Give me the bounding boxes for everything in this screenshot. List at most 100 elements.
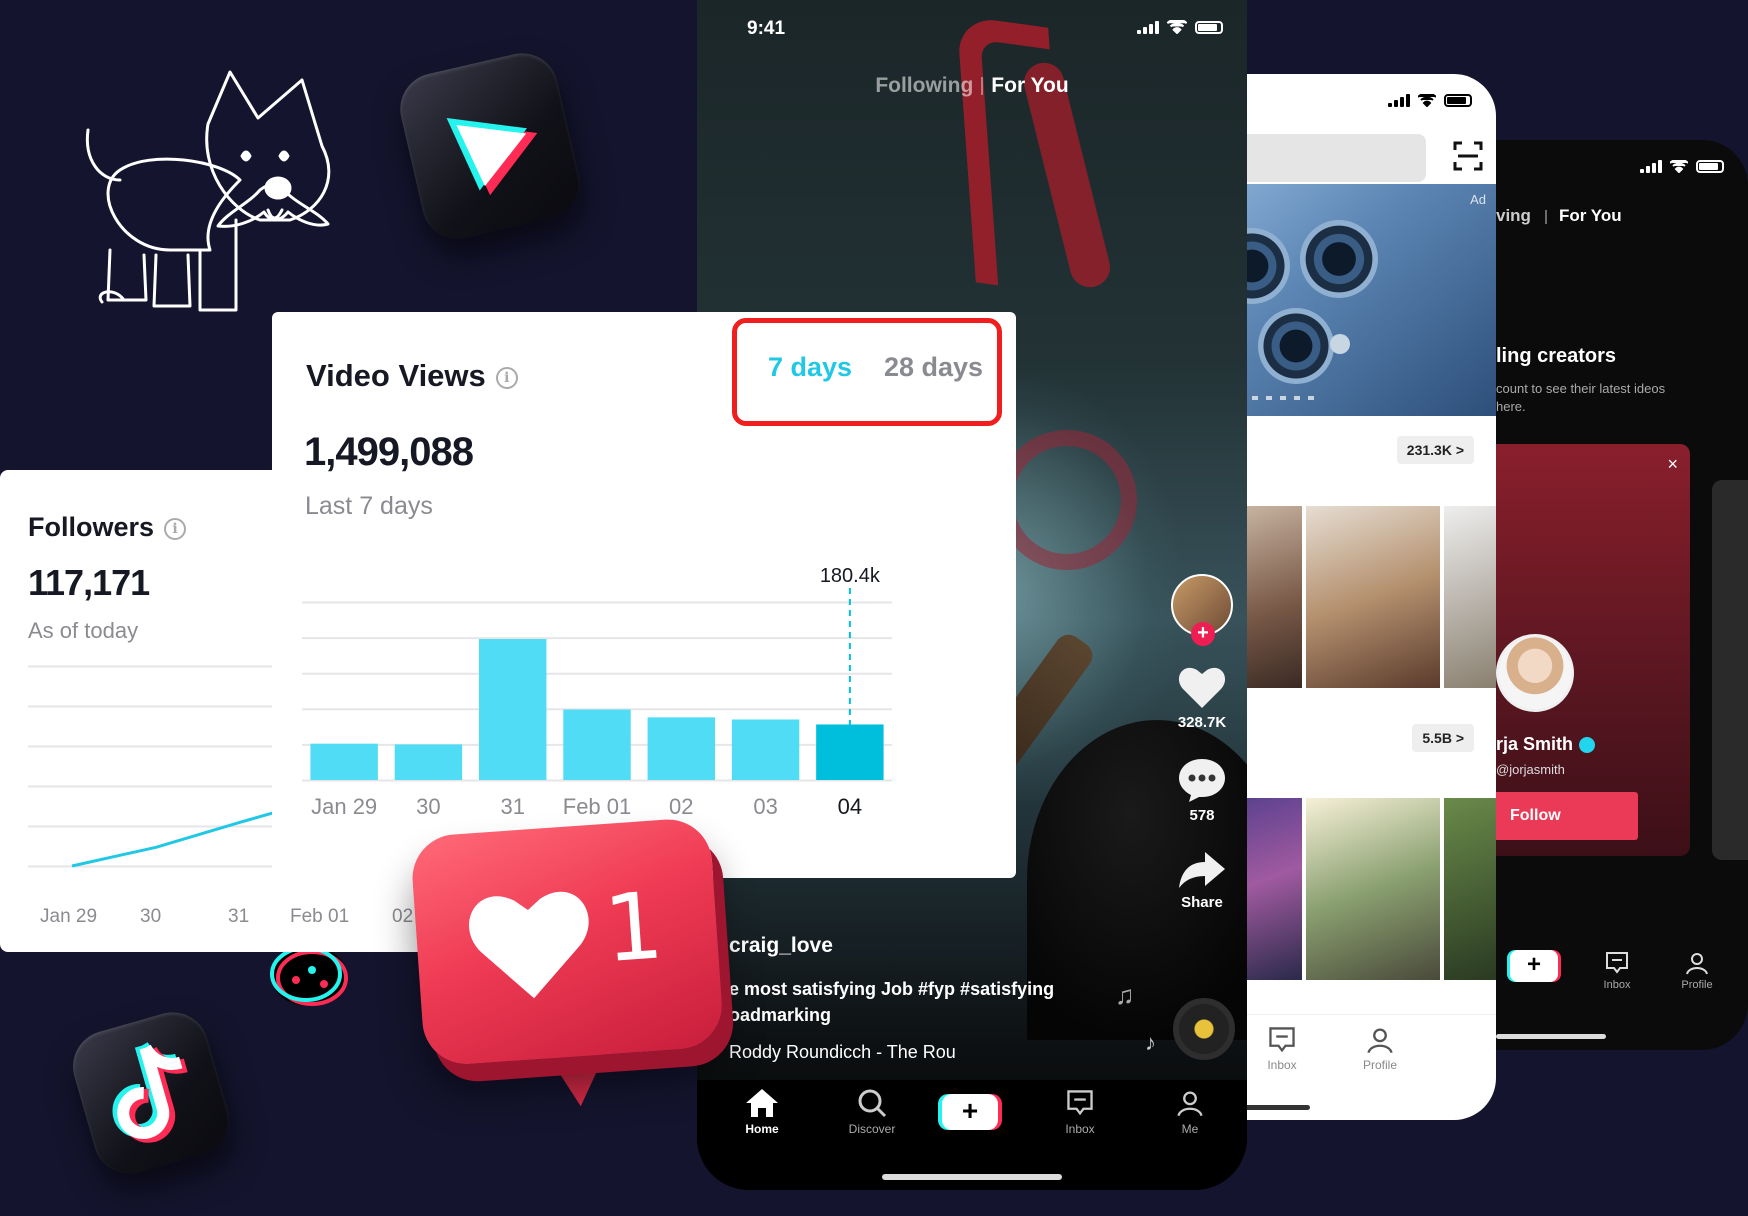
comment-icon bbox=[1179, 759, 1225, 802]
bar bbox=[479, 639, 547, 780]
tab-for-you[interactable]: For You bbox=[1559, 206, 1622, 225]
bar bbox=[816, 724, 884, 780]
share-label: Share bbox=[1181, 894, 1223, 911]
nav-profile[interactable]: Profile bbox=[1672, 950, 1722, 991]
feed-tabs: Following For You bbox=[697, 74, 1247, 98]
x-tick-label: Jan 29 bbox=[311, 794, 377, 819]
info-icon[interactable]: i bbox=[164, 517, 187, 540]
music-disc-icon[interactable] bbox=[1173, 998, 1235, 1060]
create-button[interactable]: + bbox=[942, 1094, 998, 1130]
comment-count: 578 bbox=[1189, 807, 1215, 824]
followers-value: 117,171 bbox=[28, 562, 150, 603]
view-count-badge[interactable]: 231.3K > bbox=[1396, 436, 1474, 464]
like-notification: 1 bbox=[409, 815, 751, 1147]
tab-following[interactable]: ving bbox=[1496, 206, 1531, 225]
info-icon[interactable]: i bbox=[495, 366, 518, 389]
thumbnail[interactable] bbox=[1444, 798, 1496, 980]
music-note-icon: ♪ bbox=[1145, 1030, 1156, 1055]
nav-me[interactable]: Me bbox=[1155, 1088, 1225, 1136]
followers-title: Followers i bbox=[28, 512, 187, 543]
music-title[interactable]: Roddy Roundicch - The Rou bbox=[729, 1042, 1069, 1063]
nav-inbox[interactable]: Inbox bbox=[1045, 1088, 1115, 1136]
create-button[interactable]: + bbox=[1510, 950, 1558, 982]
follow-plus-icon[interactable]: + bbox=[1191, 622, 1215, 646]
status-time: 9:41 bbox=[747, 18, 786, 39]
creator-name: rja Smith bbox=[1496, 734, 1596, 755]
x-tick-label: 31 bbox=[500, 794, 524, 819]
profile-icon bbox=[1367, 1028, 1393, 1054]
status-icons bbox=[1388, 94, 1472, 107]
creator-handle: @jorjasmith bbox=[1496, 762, 1565, 777]
x-tick-label: 30 bbox=[416, 794, 440, 819]
share-button[interactable]: Share bbox=[1167, 850, 1237, 911]
avatar[interactable]: + bbox=[1171, 574, 1233, 646]
nav-profile[interactable]: Profile bbox=[1350, 1025, 1410, 1072]
inbox-icon bbox=[1606, 952, 1628, 974]
x-tick-label: 02 bbox=[669, 794, 693, 819]
video-description: e most satisfying Job #fyp #satisfying o… bbox=[729, 979, 1055, 1025]
bottom-nav: Home Discover + Inbox Me bbox=[697, 1080, 1247, 1190]
like-button[interactable]: 328.7K bbox=[1167, 666, 1237, 731]
dark-phone-screen: ving For You ling creators count to see t… bbox=[1496, 140, 1748, 1050]
range-7-days[interactable]: 7 days bbox=[768, 352, 852, 383]
video-views-title: Video Views i bbox=[306, 358, 518, 394]
tab-for-you[interactable]: For You bbox=[991, 74, 1068, 97]
x-tick-label: 03 bbox=[753, 794, 777, 819]
home-indicator bbox=[882, 1174, 1062, 1180]
side-actions: + 328.7K 578 Share bbox=[1167, 574, 1237, 911]
video-caption: craig_love e most satisfying Job #fyp #s… bbox=[729, 934, 1069, 1063]
search-icon bbox=[858, 1089, 887, 1118]
like-count: 328.7K bbox=[1177, 714, 1227, 731]
like-heart-icon bbox=[469, 891, 589, 999]
home-icon bbox=[746, 1089, 778, 1117]
status-icons bbox=[1137, 20, 1223, 34]
share-icon bbox=[1179, 852, 1225, 888]
tab-following[interactable]: Following bbox=[875, 74, 973, 97]
range-28-days[interactable]: 28 days bbox=[884, 352, 983, 383]
ad-label: Ad bbox=[1470, 192, 1486, 207]
like-count: 1 bbox=[600, 872, 667, 984]
suggested-creators-subtitle: count to see their latest ideos here. bbox=[1496, 381, 1666, 414]
x-tick-label: Feb 01 bbox=[290, 906, 350, 927]
battery-icon bbox=[1444, 94, 1472, 107]
status-bar bbox=[1496, 154, 1748, 184]
nav-discover[interactable]: Discover bbox=[837, 1088, 907, 1136]
inbox-icon bbox=[1067, 1090, 1093, 1116]
avatar[interactable] bbox=[1496, 634, 1574, 712]
next-creator-card[interactable] bbox=[1712, 480, 1748, 860]
thumbnail[interactable] bbox=[1306, 798, 1440, 980]
bar bbox=[310, 743, 378, 780]
profile-icon bbox=[1686, 953, 1708, 975]
follow-button[interactable]: Follow bbox=[1496, 792, 1638, 840]
profile-icon bbox=[1177, 1091, 1203, 1117]
thumbnail[interactable] bbox=[1306, 506, 1440, 688]
battery-icon bbox=[1195, 21, 1223, 34]
home-indicator bbox=[1496, 1034, 1606, 1039]
comment-button[interactable]: 578 bbox=[1167, 757, 1237, 824]
thumbnail[interactable] bbox=[1444, 506, 1496, 688]
nav-inbox[interactable]: Inbox bbox=[1592, 950, 1642, 991]
x-tick-label: 30 bbox=[140, 906, 162, 927]
wifi-icon bbox=[1167, 20, 1187, 34]
verified-icon bbox=[1579, 737, 1596, 754]
x-tick-label: 31 bbox=[228, 906, 250, 927]
nav-inbox[interactable]: Inbox bbox=[1252, 1025, 1312, 1072]
video-views-card: Video Views i 7 days 28 days 1,499,088 La… bbox=[272, 312, 1016, 878]
signal-icon bbox=[1388, 94, 1410, 107]
view-count-badge[interactable]: 5.5B > bbox=[1412, 724, 1474, 752]
video-views-value: 1,499,088 bbox=[304, 430, 474, 474]
scan-icon[interactable] bbox=[1452, 140, 1484, 172]
dog-doodle bbox=[85, 70, 331, 312]
x-tick-label: 04 bbox=[838, 794, 862, 819]
status-icons bbox=[1640, 160, 1724, 173]
close-icon[interactable]: × bbox=[1667, 454, 1678, 475]
bar bbox=[563, 709, 631, 780]
battery-icon bbox=[1696, 160, 1724, 173]
signal-icon bbox=[1640, 160, 1662, 173]
wifi-icon bbox=[1670, 160, 1688, 173]
tiktok-note-icon bbox=[64, 1003, 238, 1183]
creator-card[interactable]: × rja Smith @jorjasmith Follow bbox=[1496, 444, 1690, 856]
suggested-creators-title: ling creators bbox=[1496, 345, 1617, 367]
video-username[interactable]: craig_love bbox=[729, 934, 1069, 958]
wifi-icon bbox=[1418, 94, 1436, 107]
